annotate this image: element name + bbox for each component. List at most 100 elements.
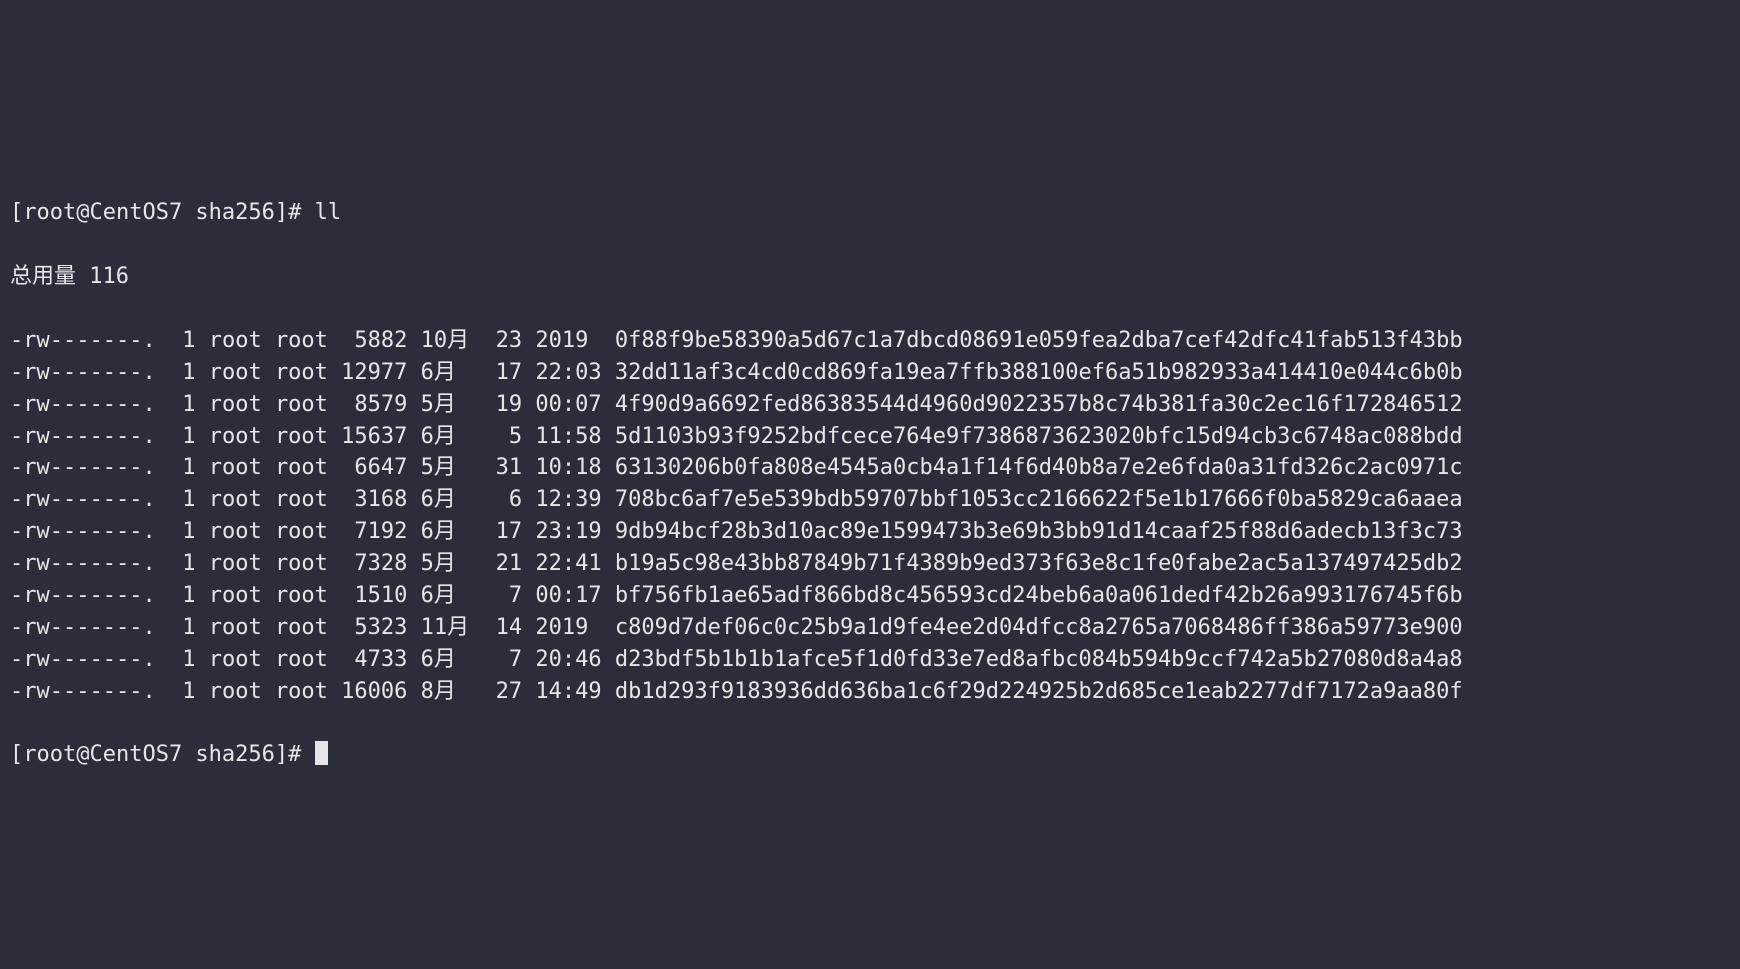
file-links: 1 (182, 679, 195, 704)
file-name: bf756fb1ae65adf866bd8c456593cd24beb6a0a0… (615, 583, 1463, 608)
file-day: 14 (496, 615, 523, 640)
file-month: 5月 (421, 455, 483, 480)
file-name: db1d293f9183936dd636ba1c6f29d224925b2d68… (615, 679, 1463, 704)
file-owner: root (209, 615, 262, 640)
file-permissions: -rw-------. (10, 647, 169, 672)
file-day: 21 (496, 551, 523, 576)
file-month: 6月 (421, 424, 483, 449)
file-month: 6月 (421, 519, 483, 544)
file-month: 5月 (421, 392, 483, 417)
list-item: -rw-------. 1 root root 7192 6月 17 23:19… (10, 516, 1730, 548)
file-time: 12:39 (535, 487, 601, 512)
file-name: 4f90d9a6692fed86383544d4960d9022357b8c74… (615, 392, 1463, 417)
command-line: [root@CentOS7 sha256]# ll (10, 197, 1730, 229)
file-links: 1 (182, 551, 195, 576)
file-time: 10:18 (535, 455, 601, 480)
file-time: 20:46 (535, 647, 601, 672)
file-links: 1 (182, 583, 195, 608)
file-owner: root (209, 424, 262, 449)
file-day: 5 (496, 424, 523, 449)
file-group: root (275, 647, 328, 672)
file-permissions: -rw-------. (10, 519, 169, 544)
file-size: 7192 (341, 519, 407, 544)
file-permissions: -rw-------. (10, 360, 169, 385)
file-permissions: -rw-------. (10, 679, 169, 704)
file-name: 5d1103b93f9252bdfcece764e9f7386873623020… (615, 424, 1463, 449)
file-permissions: -rw-------. (10, 615, 169, 640)
file-group: root (275, 487, 328, 512)
file-size: 16006 (341, 679, 407, 704)
file-owner: root (209, 392, 262, 417)
file-owner: root (209, 647, 262, 672)
file-month: 8月 (421, 679, 483, 704)
file-month: 6月 (421, 360, 483, 385)
file-month: 10月 (421, 328, 483, 353)
file-group: root (275, 424, 328, 449)
file-group: root (275, 519, 328, 544)
file-owner: root (209, 455, 262, 480)
file-size: 4733 (341, 647, 407, 672)
file-group: root (275, 360, 328, 385)
file-size: 7328 (341, 551, 407, 576)
file-day: 27 (496, 679, 523, 704)
file-owner: root (209, 551, 262, 576)
file-size: 5882 (341, 328, 407, 353)
list-item: -rw-------. 1 root root 1510 6月 7 00:17 … (10, 580, 1730, 612)
total-line: 总用量 116 (10, 261, 1730, 293)
file-owner: root (209, 519, 262, 544)
file-name: 32dd11af3c4cd0cd869fa19ea7ffb388100ef6a5… (615, 360, 1463, 385)
file-group: root (275, 455, 328, 480)
file-day: 7 (496, 583, 523, 608)
list-item: -rw-------. 1 root root 5882 10月 23 2019… (10, 325, 1730, 357)
list-item: -rw-------. 1 root root 6647 5月 31 10:18… (10, 452, 1730, 484)
file-owner: root (209, 679, 262, 704)
file-links: 1 (182, 615, 195, 640)
file-permissions: -rw-------. (10, 487, 169, 512)
file-owner: root (209, 360, 262, 385)
file-links: 1 (182, 392, 195, 417)
file-name: 708bc6af7e5e539bdb59707bbf1053cc2166622f… (615, 487, 1463, 512)
file-group: root (275, 551, 328, 576)
file-time: 00:17 (535, 583, 601, 608)
file-size: 8579 (341, 392, 407, 417)
file-group: root (275, 328, 328, 353)
list-item: -rw-------. 1 root root 12977 6月 17 22:0… (10, 357, 1730, 389)
list-item: -rw-------. 1 root root 7328 5月 21 22:41… (10, 548, 1730, 580)
file-day: 17 (496, 360, 523, 385)
file-group: root (275, 679, 328, 704)
cursor-icon (315, 741, 328, 765)
file-permissions: -rw-------. (10, 583, 169, 608)
file-month: 6月 (421, 583, 483, 608)
file-size: 15637 (341, 424, 407, 449)
file-day: 6 (496, 487, 523, 512)
file-group: root (275, 392, 328, 417)
list-item: -rw-------. 1 root root 8579 5月 19 00:07… (10, 389, 1730, 421)
file-name: b19a5c98e43bb87849b71f4389b9ed373f63e8c1… (615, 551, 1463, 576)
file-time: 2019 (535, 328, 601, 353)
file-owner: root (209, 487, 262, 512)
command-line: [root@CentOS7 sha256]# (10, 739, 1730, 771)
file-permissions: -rw-------. (10, 392, 169, 417)
file-day: 31 (496, 455, 523, 480)
file-group: root (275, 615, 328, 640)
file-permissions: -rw-------. (10, 455, 169, 480)
file-time: 11:58 (535, 424, 601, 449)
list-item: -rw-------. 1 root root 16006 8月 27 14:4… (10, 676, 1730, 708)
file-permissions: -rw-------. (10, 328, 169, 353)
file-month: 6月 (421, 647, 483, 672)
file-name: d23bdf5b1b1b1afce5f1d0fd33e7ed8afbc084b5… (615, 647, 1463, 672)
file-size: 6647 (341, 455, 407, 480)
file-time: 22:41 (535, 551, 601, 576)
file-permissions: -rw-------. (10, 424, 169, 449)
file-links: 1 (182, 360, 195, 385)
file-day: 23 (496, 328, 523, 353)
file-links: 1 (182, 519, 195, 544)
file-month: 5月 (421, 551, 483, 576)
file-month: 6月 (421, 487, 483, 512)
file-time: 2019 (535, 615, 601, 640)
terminal[interactable]: [root@CentOS7 sha256]# ll 总用量 116 -rw---… (0, 159, 1740, 809)
shell-prompt: [root@CentOS7 sha256]# (10, 200, 301, 225)
file-time: 23:19 (535, 519, 601, 544)
file-group: root (275, 583, 328, 608)
file-permissions: -rw-------. (10, 551, 169, 576)
